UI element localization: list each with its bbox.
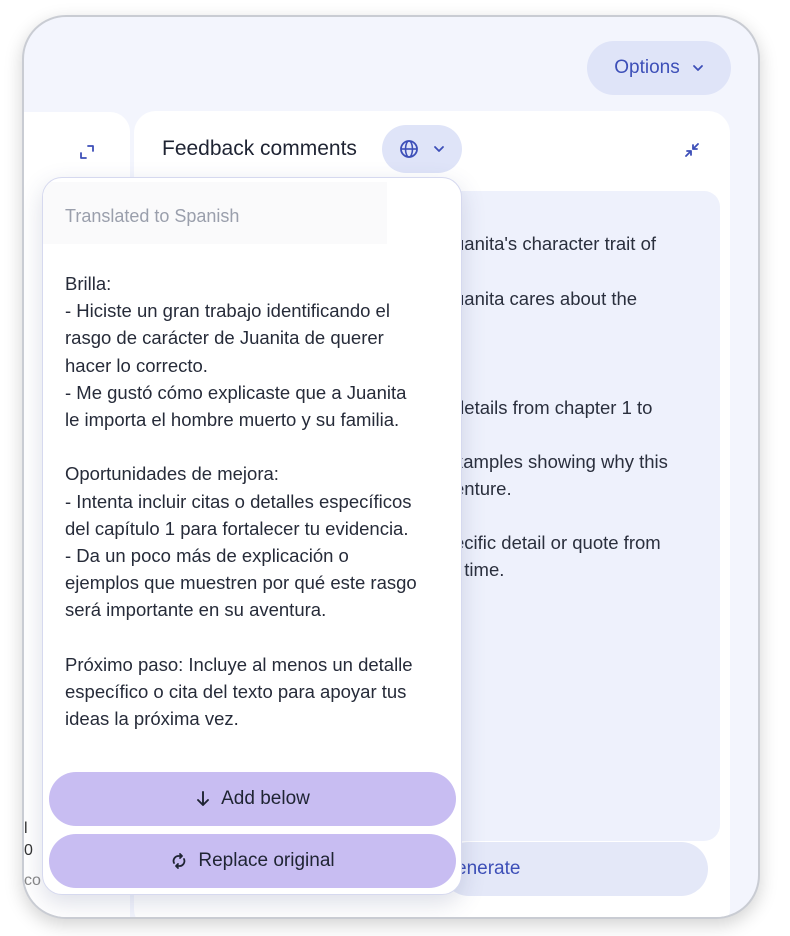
regenerate-button[interactable]: enerate bbox=[442, 842, 708, 896]
feedback-text-line: uanita's character trait of bbox=[454, 233, 656, 254]
translated-line: Oportunidades de mejora: bbox=[65, 463, 279, 485]
translated-line: será importante en su aventura. bbox=[65, 599, 327, 621]
left-panel-text: l bbox=[24, 820, 28, 837]
left-panel-text: 0 bbox=[24, 842, 33, 859]
feedback-text-line: xamples showing why this bbox=[454, 451, 668, 472]
feedback-text-line: ecific detail or quote from bbox=[454, 532, 661, 553]
language-button[interactable] bbox=[382, 125, 462, 173]
options-button[interactable]: Options bbox=[587, 41, 731, 95]
translated-line: - Intenta incluir citas o detalles espec… bbox=[65, 490, 412, 512]
collapse-icon[interactable] bbox=[685, 143, 699, 157]
translated-line: rasgo de carácter de Juanita de querer bbox=[65, 327, 384, 349]
left-panel-text: co bbox=[24, 872, 41, 889]
globe-icon bbox=[400, 140, 418, 158]
translated-line: específico o cita del texto para apoyar … bbox=[65, 681, 407, 703]
regenerate-label: enerate bbox=[456, 858, 521, 879]
replace-original-button[interactable]: Replace original bbox=[49, 834, 456, 888]
translated-line: hacer lo correcto. bbox=[65, 354, 208, 376]
translated-line: Brilla: bbox=[65, 273, 112, 294]
swap-icon bbox=[173, 853, 186, 869]
translated-line: ideas la próxima vez. bbox=[65, 708, 239, 730]
add-below-button[interactable]: Add below bbox=[49, 772, 456, 826]
feedback-text-line: enture. bbox=[454, 478, 512, 499]
translation-label-box: Translated to Spanish bbox=[43, 182, 387, 244]
translated-line: - Hiciste un gran trabajo identificando … bbox=[65, 300, 390, 322]
app-frame: Options l 0 co Feedback comments uanita'… bbox=[22, 15, 760, 919]
translated-line: - Me gustó cómo explicaste que a Juanita bbox=[65, 381, 407, 403]
replace-original-label: Replace original bbox=[198, 850, 335, 871]
translated-line: le importa el hombre muerto y su familia… bbox=[65, 409, 400, 431]
translated-line: del capítulo 1 para fortalecer tu eviden… bbox=[65, 517, 409, 539]
feedback-text-line: details from chapter 1 to bbox=[454, 397, 653, 418]
arrow-down-icon bbox=[197, 791, 210, 806]
options-label: Options bbox=[614, 57, 680, 78]
feedback-title: Feedback comments bbox=[162, 137, 357, 160]
translated-line: ejemplos que muestren por qué este rasgo bbox=[65, 572, 417, 594]
chevron-down-icon bbox=[692, 65, 703, 71]
translation-label: Translated to Spanish bbox=[65, 206, 240, 226]
translation-popup: Translated to Spanish Brilla: - Hiciste … bbox=[42, 177, 462, 895]
feedback-text-line: uanita cares about the bbox=[454, 288, 638, 309]
add-below-label: Add below bbox=[221, 788, 310, 809]
expand-icon[interactable] bbox=[80, 145, 94, 159]
translated-line: Próximo paso: Incluye al menos un detall… bbox=[65, 653, 413, 675]
translated-text: Brilla: - Hiciste un gran trabajo identi… bbox=[65, 270, 450, 732]
chevron-down-icon bbox=[434, 146, 444, 152]
translated-line: - Da un poco más de explicación o bbox=[65, 545, 349, 567]
